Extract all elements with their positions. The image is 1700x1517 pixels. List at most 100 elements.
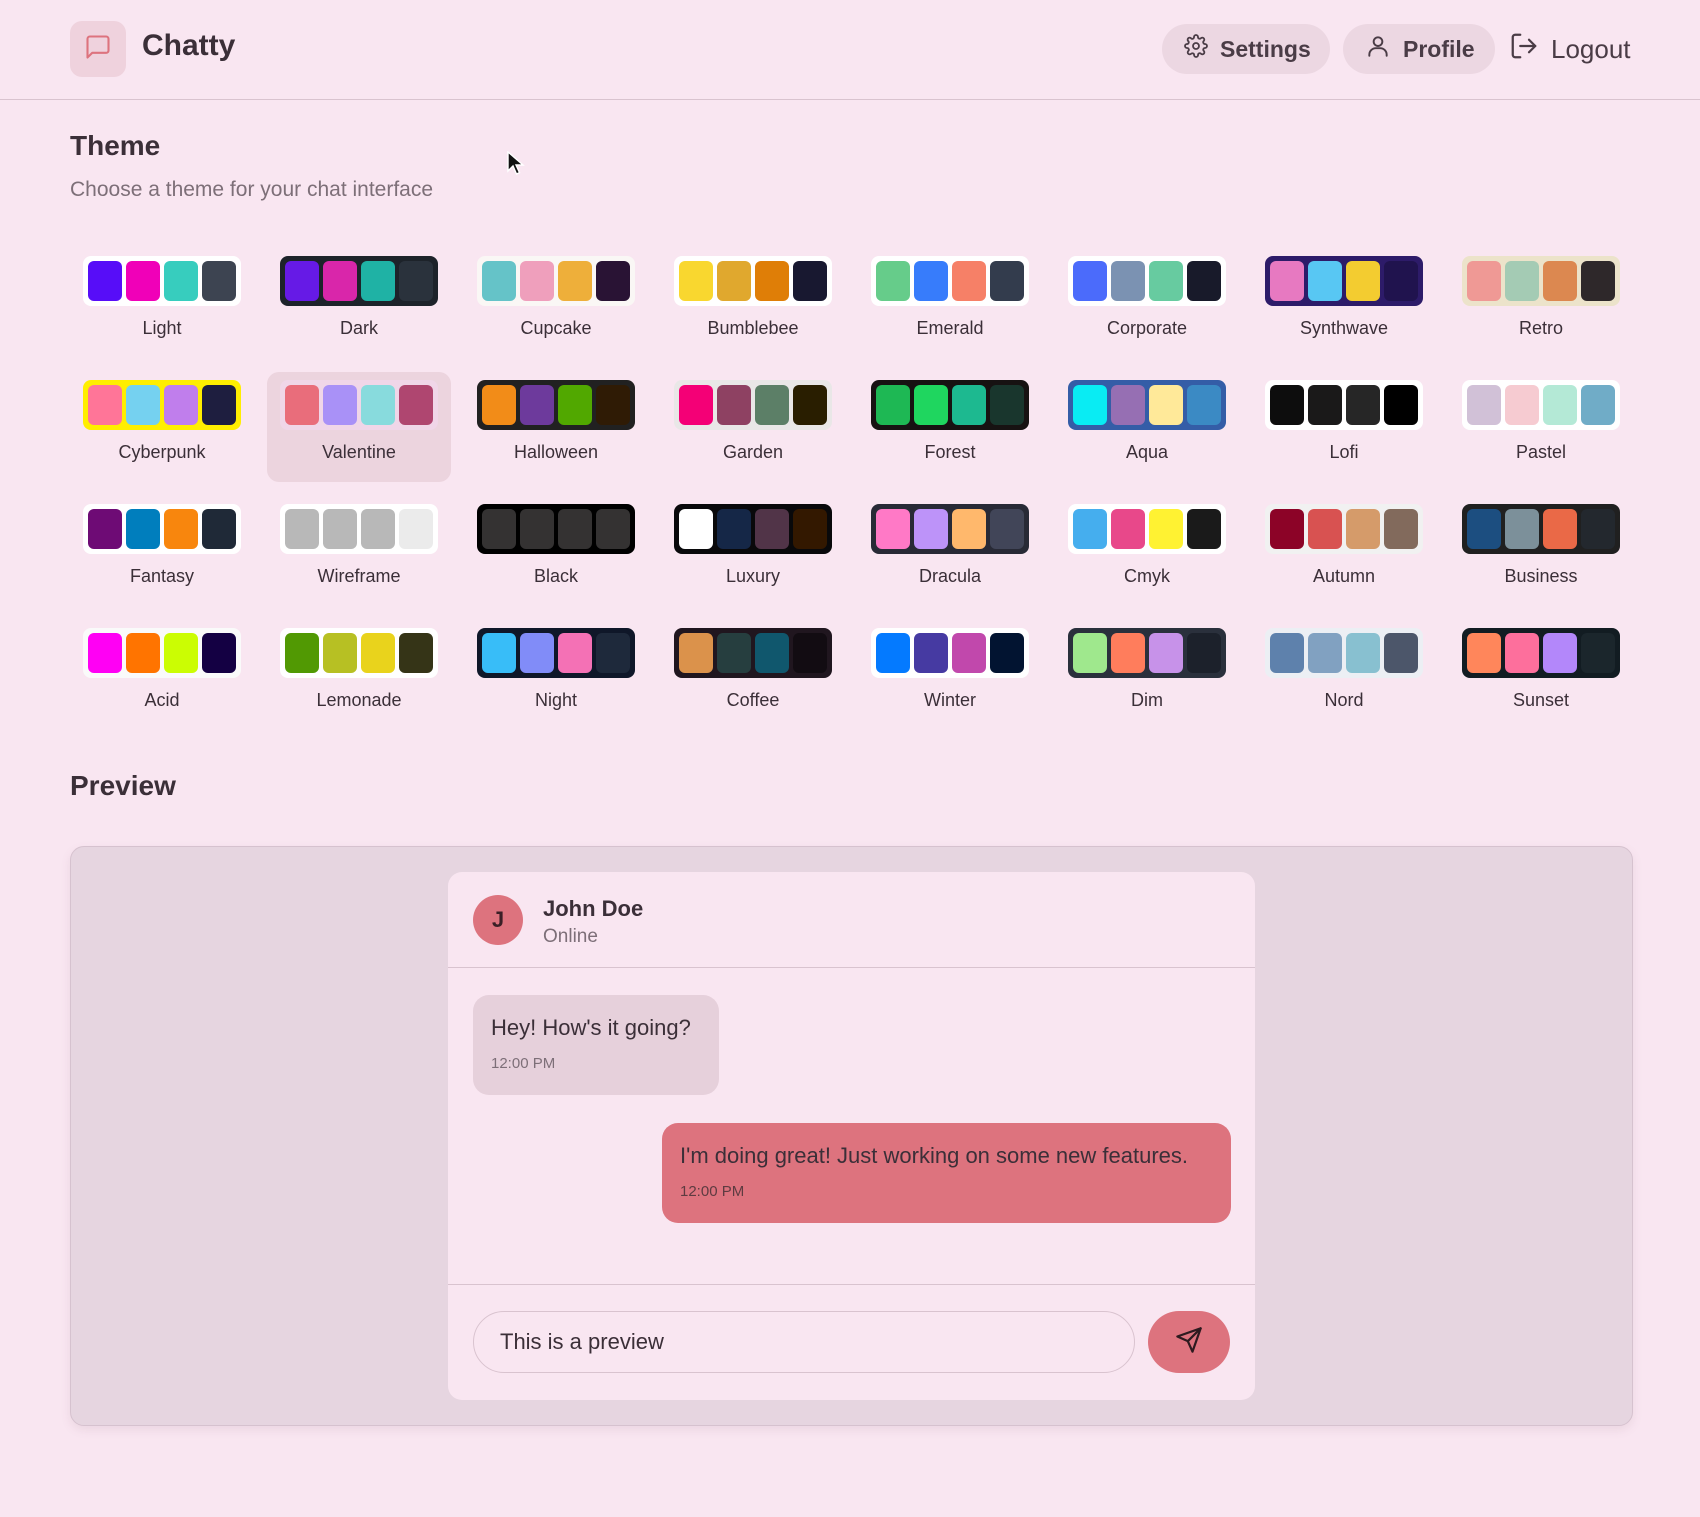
color-swatch [1187, 385, 1221, 425]
color-swatch [520, 261, 554, 301]
app-name[interactable]: Chatty [142, 29, 235, 63]
logo-badge[interactable] [70, 21, 126, 77]
user-icon [1365, 33, 1391, 65]
message-input[interactable] [473, 1311, 1135, 1373]
theme-option-pastel[interactable]: Pastel [1449, 372, 1633, 482]
theme-label: Valentine [322, 442, 396, 462]
contact-name: John Doe [543, 896, 644, 921]
theme-option-dracula[interactable]: Dracula [858, 496, 1042, 606]
send-icon [1175, 1326, 1203, 1359]
color-swatch [1467, 385, 1501, 425]
color-swatch [1581, 509, 1615, 549]
theme-swatch [83, 504, 241, 554]
theme-label: Halloween [513, 442, 599, 462]
chat-input-bar [448, 1284, 1255, 1400]
send-button[interactable] [1148, 1311, 1230, 1373]
theme-option-cupcake[interactable]: Cupcake [464, 248, 648, 358]
color-swatch [1111, 385, 1145, 425]
theme-option-luxury[interactable]: Luxury [661, 496, 845, 606]
message-bubble-received: Hey! How's it going? 12:00 PM [473, 995, 719, 1095]
theme-option-retro[interactable]: Retro [1449, 248, 1633, 358]
theme-option-synthwave[interactable]: Synthwave [1252, 248, 1436, 358]
color-swatch [126, 261, 160, 301]
theme-option-garden[interactable]: Garden [661, 372, 845, 482]
color-swatch [914, 633, 948, 673]
theme-option-lofi[interactable]: Lofi [1252, 372, 1436, 482]
theme-option-forest[interactable]: Forest [858, 372, 1042, 482]
logout-button[interactable]: Logout [1495, 24, 1655, 74]
theme-heading: Theme [70, 130, 161, 161]
settings-button[interactable]: Settings [1162, 24, 1330, 74]
theme-swatch [280, 504, 438, 554]
color-swatch [361, 633, 395, 673]
color-swatch [88, 633, 122, 673]
theme-swatch [674, 256, 832, 306]
theme-option-lemonade[interactable]: Lemonade [267, 620, 451, 730]
color-swatch [755, 385, 789, 425]
color-swatch [679, 633, 713, 673]
theme-swatch [1265, 256, 1423, 306]
theme-option-cmyk[interactable]: Cmyk [1055, 496, 1239, 606]
theme-option-winter[interactable]: Winter [858, 620, 1042, 730]
theme-option-valentine[interactable]: Valentine [267, 372, 451, 482]
color-swatch [1111, 261, 1145, 301]
theme-option-acid[interactable]: Acid [70, 620, 254, 730]
color-swatch [990, 261, 1024, 301]
theme-swatch [477, 380, 635, 430]
theme-option-dim[interactable]: Dim [1055, 620, 1239, 730]
theme-swatch [1265, 380, 1423, 430]
theme-option-emerald[interactable]: Emerald [858, 248, 1042, 358]
color-swatch [1270, 385, 1304, 425]
theme-swatch [1462, 504, 1620, 554]
color-swatch [876, 509, 910, 549]
message-time: 12:00 PM [680, 1183, 745, 1200]
profile-button[interactable]: Profile [1343, 24, 1495, 74]
color-swatch [1467, 633, 1501, 673]
color-swatch [755, 633, 789, 673]
color-swatch [679, 385, 713, 425]
theme-subtitle: Choose a theme for your chat interface [70, 178, 434, 201]
color-swatch [323, 385, 357, 425]
color-swatch [596, 385, 630, 425]
theme-swatch [1265, 504, 1423, 554]
color-swatch [990, 633, 1024, 673]
theme-swatch [1068, 256, 1226, 306]
color-swatch [755, 509, 789, 549]
theme-option-bumblebee[interactable]: Bumblebee [661, 248, 845, 358]
color-swatch [1149, 261, 1183, 301]
theme-label: Luxury [725, 566, 781, 586]
theme-option-business[interactable]: Business [1449, 496, 1633, 606]
theme-option-autumn[interactable]: Autumn [1252, 496, 1436, 606]
theme-label: Dracula [918, 566, 982, 586]
theme-option-nord[interactable]: Nord [1252, 620, 1436, 730]
theme-option-halloween[interactable]: Halloween [464, 372, 648, 482]
theme-option-sunset[interactable]: Sunset [1449, 620, 1633, 730]
color-swatch [1505, 509, 1539, 549]
theme-option-cyberpunk[interactable]: Cyberpunk [70, 372, 254, 482]
color-swatch [1073, 385, 1107, 425]
theme-option-coffee[interactable]: Coffee [661, 620, 845, 730]
theme-option-dark[interactable]: Dark [267, 248, 451, 358]
theme-label: Lofi [1329, 442, 1359, 462]
color-swatch [520, 385, 554, 425]
color-swatch [323, 633, 357, 673]
theme-option-light[interactable]: Light [70, 248, 254, 358]
theme-option-fantasy[interactable]: Fantasy [70, 496, 254, 606]
theme-option-black[interactable]: Black [464, 496, 648, 606]
theme-option-wireframe[interactable]: Wireframe [267, 496, 451, 606]
theme-swatch [1462, 256, 1620, 306]
theme-label: Synthwave [1299, 318, 1389, 338]
theme-swatch [1265, 628, 1423, 678]
gear-icon [1184, 34, 1208, 64]
theme-label: Corporate [1106, 318, 1188, 338]
theme-option-aqua[interactable]: Aqua [1055, 372, 1239, 482]
theme-label: Lemonade [316, 690, 402, 710]
color-swatch [1346, 261, 1380, 301]
theme-option-night[interactable]: Night [464, 620, 648, 730]
theme-swatch [280, 380, 438, 430]
color-swatch [876, 633, 910, 673]
theme-label: Night [534, 690, 578, 710]
color-swatch [679, 509, 713, 549]
color-swatch [285, 509, 319, 549]
theme-option-corporate[interactable]: Corporate [1055, 248, 1239, 358]
